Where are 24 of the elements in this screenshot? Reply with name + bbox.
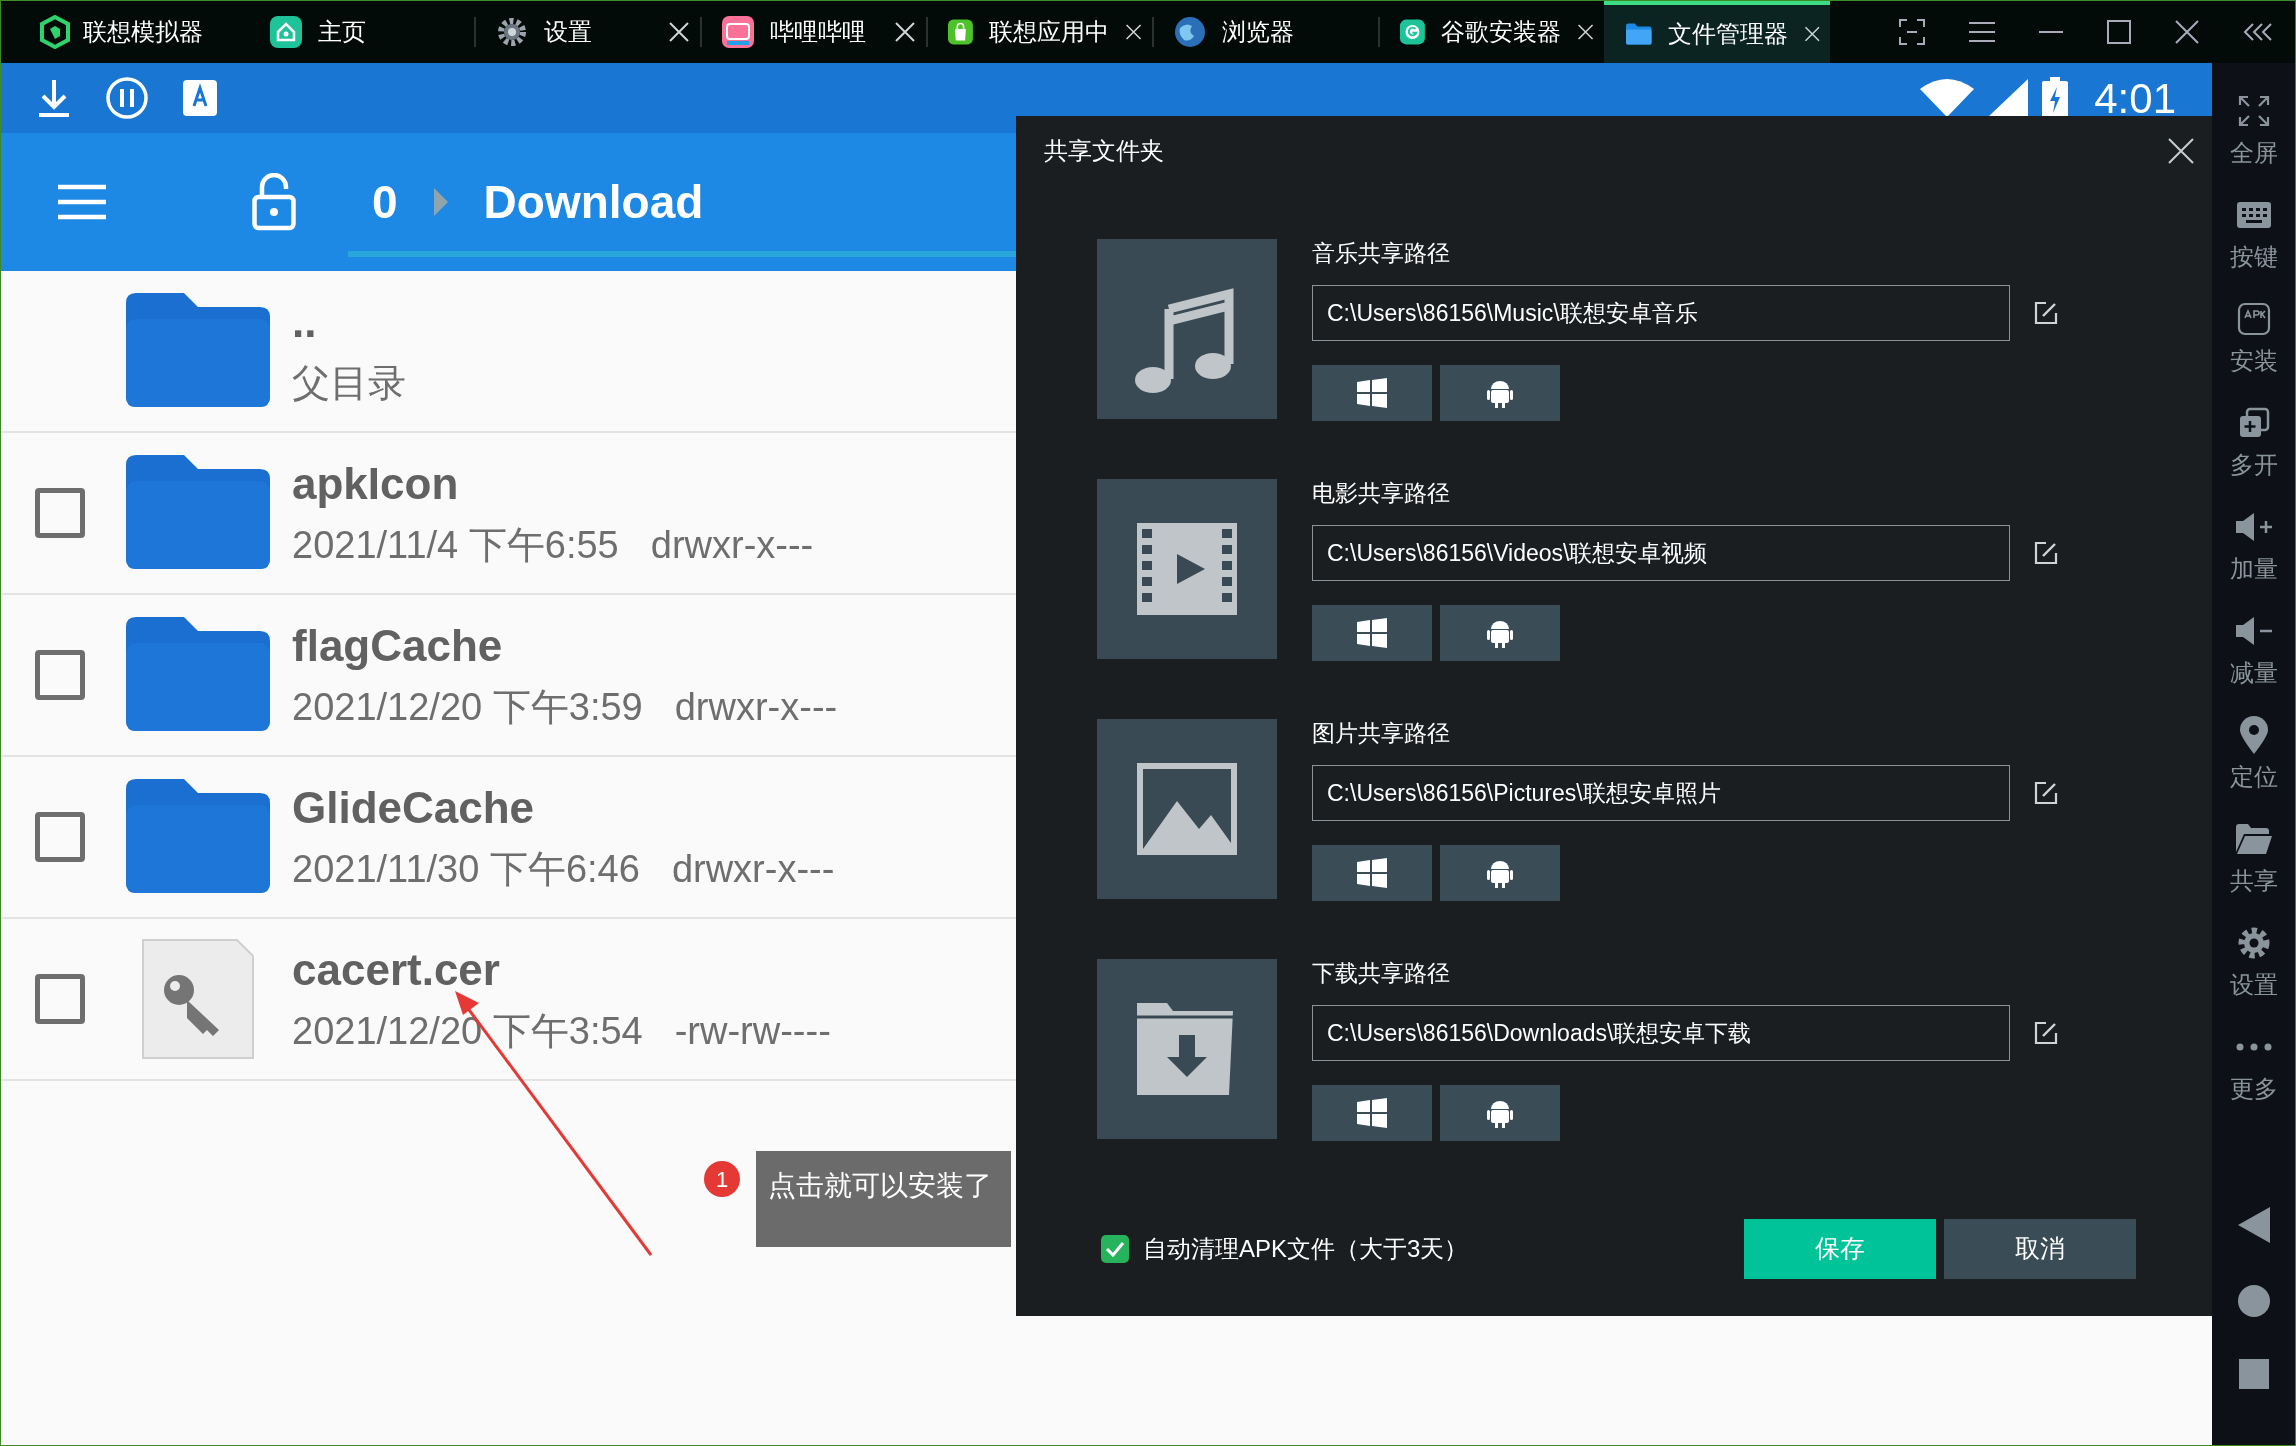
file-name: .. bbox=[292, 296, 318, 348]
path-label: 电影共享路径 bbox=[1312, 481, 1451, 505]
file-name: flagCache bbox=[292, 620, 504, 672]
file-name: apkIcon bbox=[292, 458, 460, 510]
modified-date: 2021/12/20 下午3:54 bbox=[292, 1009, 643, 1054]
app-title: 联想模拟器 bbox=[83, 17, 203, 47]
path-label: 音乐共享路径 bbox=[1312, 241, 1451, 265]
path-label: 下载共享路径 bbox=[1312, 961, 1451, 985]
file-permissions: drwxr-x--- bbox=[674, 685, 838, 730]
file-permissions: -rw-rw---- bbox=[674, 1009, 831, 1054]
file-permissions: drwxr-x--- bbox=[671, 847, 835, 892]
modified-date: 2021/11/30 下午6:46 bbox=[292, 847, 640, 892]
modified-date: 2021/12/20 下午3:59 bbox=[292, 685, 643, 730]
annotation-callout: 点击就可以安装了 bbox=[756, 1151, 1011, 1247]
file-subtitle: 父目录 bbox=[292, 361, 406, 406]
step-number-badge: 1 bbox=[704, 1161, 740, 1197]
path-label: 图片共享路径 bbox=[1312, 721, 1451, 745]
file-name: GlideCache bbox=[292, 782, 536, 834]
file-permissions: drwxr-x--- bbox=[650, 523, 814, 568]
clock-time: 4:01 bbox=[2094, 73, 2176, 124]
auto-clean-label: 自动清理APK文件（大于3天） bbox=[1143, 1234, 1469, 1264]
modified-date: 2021/11/4 下午6:55 bbox=[292, 523, 619, 568]
file-name: cacert.cer bbox=[292, 944, 501, 996]
dialog-title: 共享文件夹 bbox=[1044, 136, 1165, 166]
